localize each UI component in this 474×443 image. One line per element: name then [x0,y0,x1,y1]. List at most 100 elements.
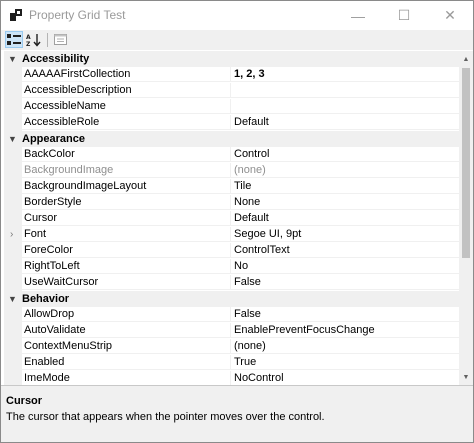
property-name[interactable]: BackgroundImageLayout [22,179,231,194]
category-row[interactable]: ▼ Behavior [4,291,459,307]
property-name[interactable]: BackColor [22,147,231,162]
collapse-chevron-icon[interactable]: ▼ [8,131,17,147]
property-name[interactable]: ContextMenuStrip [22,339,231,354]
property-value[interactable]: False [231,307,459,322]
property-row[interactable]: AllowDrop False [4,307,459,323]
property-name[interactable]: Enabled [22,355,231,370]
property-pages-icon [53,34,67,45]
close-icon: ✕ [444,7,456,23]
property-name[interactable]: AAAAAFirstCollection [22,67,231,82]
minimize-button[interactable]: — [335,1,381,30]
property-name[interactable]: ForeColor [22,243,231,258]
help-title: Cursor [6,395,43,407]
property-row[interactable]: BackgroundImage (none) [4,163,459,179]
property-value[interactable]: (none) [231,339,459,354]
property-name[interactable]: AccessibleName [22,99,231,114]
property-value[interactable]: None [231,195,459,210]
property-name[interactable]: AutoValidate [22,323,231,338]
row-margin [4,371,22,385]
scroll-up-icon[interactable]: ▲ [459,52,473,66]
close-button[interactable]: ✕ [427,1,473,30]
property-value[interactable]: True [231,355,459,370]
property-row[interactable]: AccessibleDescription [4,83,459,99]
svg-text:Z: Z [26,41,31,47]
vertical-scrollbar[interactable]: ▲ ▼ [459,51,473,385]
row-margin [4,163,22,179]
row-margin [4,67,22,83]
property-row[interactable]: ContextMenuStrip (none) [4,339,459,355]
title-bar[interactable]: Property Grid Test — ☐ ✕ [1,1,473,30]
category-label: Appearance [22,133,85,145]
property-name[interactable]: AccessibleDescription [22,83,231,98]
property-row[interactable]: ImeMode NoControl [4,371,459,385]
property-row[interactable]: RightToLeft No [4,259,459,275]
property-name[interactable]: ImeMode [22,371,231,385]
row-margin [4,179,22,195]
property-grid[interactable]: ▼ Accessibility AAAAAFirstCollection 1, 2, … [4,51,459,385]
property-row[interactable]: Cursor Default [4,211,459,227]
property-value[interactable]: No [231,259,459,274]
property-value[interactable]: Default [231,211,459,226]
row-margin [4,147,22,163]
property-name[interactable]: AccessibleRole [22,115,231,130]
property-value[interactable] [231,99,459,114]
row-margin [4,355,22,371]
row-margin [4,339,22,355]
collapse-chevron-icon[interactable]: ▼ [8,291,17,307]
property-name[interactable]: Font [22,227,231,242]
property-name[interactable]: RightToLeft [22,259,231,274]
category-row[interactable]: ▼ Accessibility [4,51,459,67]
expand-chevron-icon[interactable]: › [10,227,13,243]
alphabetical-button[interactable]: A Z [25,31,43,48]
property-name[interactable]: Cursor [22,211,231,226]
property-value[interactable]: Default [231,115,459,130]
property-value[interactable]: Segoe UI, 9pt [231,227,459,242]
categorized-icon [7,33,21,45]
row-margin [4,323,22,339]
property-value[interactable]: ControlText [231,243,459,258]
property-row[interactable]: ForeColor ControlText [4,243,459,259]
maximize-button[interactable]: ☐ [381,1,427,30]
property-value[interactable]: 1, 2, 3 [231,67,459,82]
property-name[interactable]: BorderStyle [22,195,231,210]
help-description: The cursor that appears when the pointer… [6,411,325,423]
categorized-button[interactable] [5,31,23,48]
property-name[interactable]: UseWaitCursor [22,275,231,290]
property-row[interactable]: Enabled True [4,355,459,371]
minimize-icon: — [351,7,365,24]
row-margin [4,275,22,291]
property-value[interactable]: Tile [231,179,459,194]
property-row[interactable]: BorderStyle None [4,195,459,211]
row-margin [4,115,22,131]
property-row[interactable]: AccessibleRole Default [4,115,459,131]
row-margin [4,195,22,211]
property-row[interactable]: BackColor Control [4,147,459,163]
property-value[interactable] [231,83,459,98]
property-row[interactable]: UseWaitCursor False [4,275,459,291]
property-value[interactable]: (none) [231,163,459,178]
property-value[interactable]: EnablePreventFocusChange [231,323,459,338]
property-row[interactable]: BackgroundImageLayout Tile [4,179,459,195]
property-row[interactable]: AutoValidate EnablePreventFocusChange [4,323,459,339]
property-name[interactable]: BackgroundImage [22,163,231,178]
toolbar-separator [47,33,48,47]
category-row[interactable]: ▼ Appearance [4,131,459,147]
property-value[interactable]: NoControl [231,371,459,385]
property-pages-button[interactable] [51,31,69,48]
category-label: Accessibility [22,53,90,65]
row-margin [4,307,22,323]
scrollbar-thumb[interactable] [462,68,470,258]
row-margin [4,243,22,259]
property-value[interactable]: Control [231,147,459,162]
property-row[interactable]: › Font Segoe UI, 9pt [4,227,459,243]
property-grid-toolbar: A Z [1,30,473,50]
property-row[interactable]: AccessibleName [4,99,459,115]
property-value[interactable]: False [231,275,459,290]
property-row[interactable]: AAAAAFirstCollection 1, 2, 3 [4,67,459,83]
scroll-down-icon[interactable]: ▼ [459,370,473,384]
collapse-chevron-icon[interactable]: ▼ [8,51,17,67]
app-icon [10,9,22,21]
maximize-icon: ☐ [397,7,411,23]
window-title: Property Grid Test [29,8,126,22]
property-name[interactable]: AllowDrop [22,307,231,322]
